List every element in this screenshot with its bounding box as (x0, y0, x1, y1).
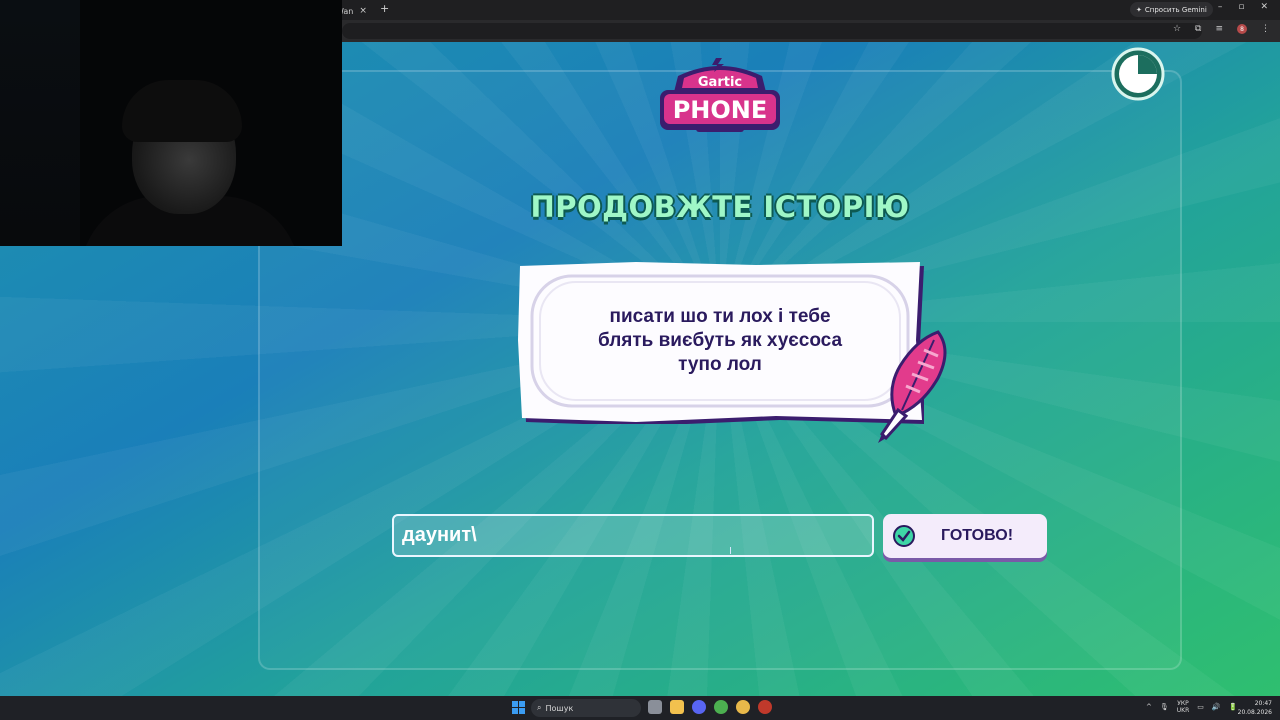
toolbar-icons: ☆ ⧉ ≡ 8 ⋮ (1173, 24, 1270, 34)
story-line-2: блять виєбуть як хуєсоса (597, 330, 843, 351)
gartic-phone-logo: Gartic PHONE (660, 58, 780, 132)
taskbar-search[interactable]: ⌕ Пошук (531, 699, 641, 717)
webcam-person-hair (122, 80, 242, 142)
logo-bottom-text: PHONE (673, 96, 768, 124)
windows-taskbar: ⌕ Пошук ^ 🎙 УКР UKR ▭ 🔊 🔋 20:47 20.08.20… (0, 696, 1280, 720)
restore-icon[interactable]: ▫ (1238, 2, 1244, 12)
profile-avatar[interactable]: 8 (1237, 24, 1247, 34)
quill-pen-icon (878, 330, 947, 443)
windows-start-icon[interactable] (512, 701, 525, 714)
browser-menu-icon[interactable]: ⋮ (1261, 24, 1270, 34)
logo-top-text: Gartic (698, 75, 742, 90)
minimize-icon[interactable]: – (1218, 2, 1223, 12)
done-button[interactable]: ГОТОВО! (883, 514, 1047, 558)
system-tray: ^ 🎙 УКР UKR ▭ 🔊 🔋 (1146, 700, 1237, 714)
language-bottom: UKR (1176, 707, 1190, 714)
webcam-overlay (0, 0, 342, 246)
gemini-icon: ✦ (1136, 5, 1142, 14)
check-circle-icon (893, 525, 915, 547)
app-icon[interactable] (758, 700, 772, 714)
browser-tab[interactable]: Wan × (336, 2, 376, 20)
extensions-icon[interactable]: ⧉ (1195, 24, 1201, 34)
chrome-icon[interactable] (714, 700, 728, 714)
done-button-label: ГОТОВО! (941, 527, 1014, 544)
discord-icon[interactable] (692, 700, 706, 714)
close-window-icon[interactable]: ✕ (1260, 2, 1268, 12)
language-top: УКР (1177, 700, 1189, 707)
gemini-label: Спросить Gemini (1144, 5, 1207, 14)
address-bar[interactable] (342, 23, 1202, 39)
story-line-1: писати шо ти лох і тебе (609, 306, 831, 327)
timer-icon (1111, 47, 1165, 101)
new-tab-button[interactable]: + (380, 2, 389, 15)
ask-gemini-button[interactable]: ✦ Спросить Gemini (1130, 2, 1213, 17)
microphone-icon[interactable]: 🎙 (1160, 703, 1169, 711)
prompt-title: ПРОДОВЖТЕ ІСТОРІЮ (530, 190, 910, 224)
tab-close-icon[interactable]: × (359, 6, 367, 16)
mouse-text-cursor: I (729, 546, 732, 557)
taskbar-search-label: Пошук (545, 703, 574, 713)
window-controls: – ▫ ✕ (1218, 2, 1268, 12)
taskbar-clock[interactable]: 20:47 20.08.2026 (1238, 699, 1272, 717)
tray-overflow-icon[interactable]: ^ (1146, 703, 1152, 711)
taskbar-apps (648, 700, 772, 714)
file-explorer-icon[interactable] (670, 700, 684, 714)
volume-icon[interactable]: 🔊 (1212, 703, 1221, 711)
network-icon[interactable]: ▭ (1197, 703, 1204, 711)
answer-input[interactable] (392, 514, 874, 557)
bookmark-star-icon[interactable]: ☆ (1173, 24, 1181, 34)
story-text: писати шо ти лох і тебе блять виєбуть як… (560, 305, 880, 377)
clock-time: 20:47 (1254, 700, 1272, 707)
search-icon: ⌕ (537, 703, 542, 712)
language-indicator[interactable]: УКР UKR (1177, 700, 1190, 714)
media-icon[interactable]: ≡ (1215, 24, 1223, 34)
battery-icon[interactable]: 🔋 (1229, 703, 1238, 711)
chrome-alt-icon[interactable] (736, 700, 750, 714)
clock-date: 20.08.2026 (1237, 709, 1272, 716)
story-line-3: тупо лол (678, 354, 762, 375)
task-view-icon[interactable] (648, 700, 662, 714)
